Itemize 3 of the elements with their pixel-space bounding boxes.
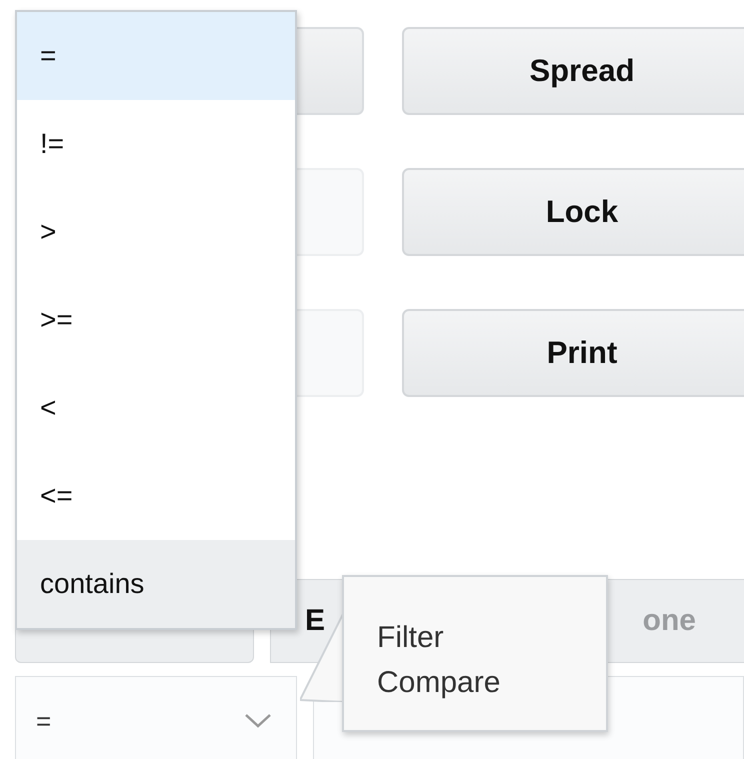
tooltip-text: Compare bbox=[377, 665, 502, 701]
tooltip-text: Filter bbox=[377, 620, 445, 656]
select-value: = bbox=[36, 706, 52, 736]
